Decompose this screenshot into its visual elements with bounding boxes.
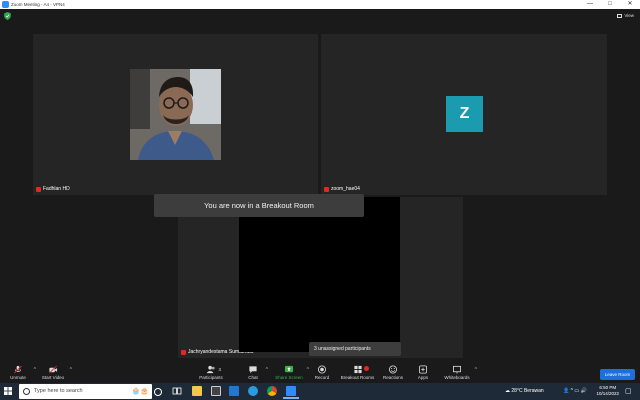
mic-muted-icon: [14, 365, 22, 374]
apps-label: Apps: [417, 375, 429, 380]
unmute-label: Unmute: [10, 375, 26, 380]
chevron-up-icon[interactable]: ^: [307, 367, 309, 373]
mic-muted-icon: [181, 349, 186, 355]
meeting-top-bar: [0, 9, 640, 23]
zoom-taskbar-icon[interactable]: [286, 386, 296, 396]
mic-muted-icon: [324, 186, 329, 192]
taskbar-clock[interactable]: 6:50 PM 10/14/2022: [596, 385, 619, 397]
avatar: Z: [446, 96, 483, 132]
participants-label: Participants: [199, 375, 223, 380]
chevron-up-icon[interactable]: ^: [70, 367, 72, 373]
chrome-icon[interactable]: [267, 386, 277, 396]
system-tray-icons[interactable]: 👤 ^ ▭ 🔊: [563, 383, 587, 400]
participants-count: 3: [218, 367, 221, 372]
zoom-app-icon: [2, 1, 9, 8]
windows-start-icon[interactable]: [4, 387, 12, 395]
share-screen-label: Share Screen: [275, 375, 303, 380]
chat-label: Chat: [248, 375, 258, 380]
edge-icon[interactable]: [248, 386, 258, 396]
share-screen-button[interactable]: ^ Share Screen: [275, 361, 309, 383]
person-icon: 👤: [563, 388, 570, 394]
start-video-label: Start Video: [41, 375, 65, 380]
taskbar-search-box[interactable]: Type here to search 🧁🎂: [19, 384, 152, 399]
active-app-indicator: [283, 397, 299, 399]
apps-icon: [418, 365, 428, 374]
share-screen-icon: [284, 365, 294, 373]
whiteboard-icon: [452, 365, 462, 374]
reactions-label: Reactions: [382, 375, 403, 380]
view-label: View: [624, 13, 634, 18]
window-title: Zoom Meeting - A4 - VPN4: [11, 2, 65, 7]
unmute-button[interactable]: ^ Unmute: [6, 361, 36, 383]
participants-button[interactable]: 3 Participants: [198, 361, 224, 383]
grid-icon: [617, 13, 623, 18]
person-photo-icon: [130, 69, 221, 160]
reactions-button[interactable]: Reactions: [382, 361, 404, 383]
start-video-button[interactable]: ^ Start Video: [40, 361, 72, 383]
participant-name-tag: Fadhlan HD: [36, 186, 70, 192]
unassigned-participants-tip: 3 unassigned participants: [309, 342, 401, 356]
clock-date: 10/14/2022: [596, 391, 619, 396]
chevron-up-icon[interactable]: ^: [34, 367, 36, 373]
whiteboards-label: Whiteboards: [444, 375, 470, 380]
volume-icon: 🔊: [580, 388, 587, 394]
record-icon: [317, 365, 327, 374]
task-view-icon[interactable]: [172, 386, 182, 396]
weather-text: 28°C Berawan: [511, 388, 544, 394]
chevron-up-icon[interactable]: ^: [266, 367, 268, 373]
participant-name: Fadhlan HD: [43, 186, 70, 192]
breakout-room-notice: You are now in a Breakout Room: [154, 194, 364, 217]
chevron-up-icon[interactable]: ^: [475, 367, 477, 373]
participant-photo: [130, 69, 221, 160]
search-highlight-icon: 🧁🎂: [131, 388, 149, 395]
cloud-icon: ☁: [505, 388, 510, 394]
cortana-icon[interactable]: [154, 388, 162, 396]
close-button[interactable]: ✕: [620, 0, 640, 9]
security-shield-icon[interactable]: [4, 12, 11, 20]
chat-icon: [249, 366, 257, 374]
mail-icon[interactable]: [229, 386, 239, 396]
maximize-button[interactable]: □: [600, 0, 620, 9]
breakout-rooms-button[interactable]: Breakout Rooms: [340, 361, 375, 383]
search-icon: [23, 388, 30, 395]
notification-badge: [364, 366, 369, 371]
minimize-button[interactable]: —: [580, 0, 600, 9]
store-icon[interactable]: [211, 386, 221, 396]
participant-name: zoom_hae04: [331, 186, 360, 192]
breakout-rooms-icon: [353, 365, 362, 374]
record-button[interactable]: Record: [313, 361, 331, 383]
video-off-icon: [49, 365, 58, 374]
record-label: Record: [314, 375, 330, 380]
participant-name-tag: zoom_hae04: [324, 186, 360, 192]
breakout-rooms-label: Breakout Rooms: [340, 375, 375, 380]
smiley-icon: [388, 365, 398, 374]
chevron-up-icon: ^: [570, 388, 573, 394]
mic-muted-icon: [36, 186, 41, 192]
search-placeholder: Type here to search: [34, 388, 83, 394]
participants-icon: [206, 365, 215, 374]
view-button[interactable]: View: [617, 11, 634, 20]
network-icon: ▭: [574, 388, 580, 394]
chat-button[interactable]: ^ Chat: [244, 361, 268, 383]
file-explorer-icon[interactable]: [192, 386, 202, 396]
weather-widget[interactable]: ☁ 28°C Berawan: [505, 383, 544, 400]
participant-video: [239, 197, 400, 352]
whiteboards-button[interactable]: ^ Whiteboards: [443, 361, 477, 383]
window-title-bar: Zoom Meeting - A4 - VPN4 — □ ✕: [0, 0, 640, 9]
leave-room-button[interactable]: Leave Room: [600, 369, 635, 380]
apps-button[interactable]: Apps: [415, 361, 431, 383]
notifications-icon[interactable]: ▢: [625, 383, 632, 400]
